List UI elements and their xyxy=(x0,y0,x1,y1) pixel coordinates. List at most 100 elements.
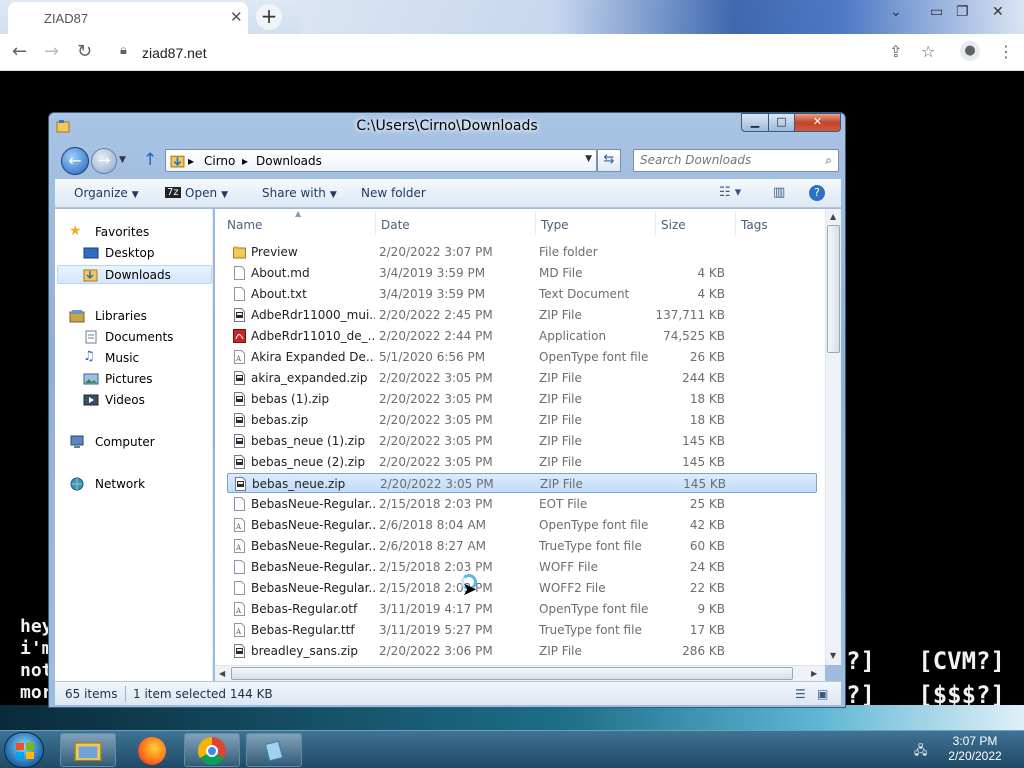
file-row[interactable]: akira_expanded.zip 2/20/2022 3:05 PM ZIP F… xyxy=(227,368,817,388)
nav-favorites[interactable]: ★ Favorites xyxy=(69,223,224,242)
nav-network[interactable]: Network xyxy=(69,475,224,494)
close-window-icon[interactable]: ✕ xyxy=(992,4,1004,20)
file-row[interactable]: bebas_neue.zip 2/20/2022 3:05 PM ZIP File 1… xyxy=(227,473,817,493)
column-header-name[interactable]: Name xyxy=(227,218,262,232)
network-tray-icon[interactable]: 🖧︎ xyxy=(914,741,927,762)
column-divider[interactable] xyxy=(375,211,376,235)
tab-close-icon[interactable]: ✕ xyxy=(230,8,243,26)
file-row[interactable]: bebas (1).zip 2/20/2022 3:05 PM ZIP File 18… xyxy=(227,389,817,409)
new-tab-button[interactable]: + xyxy=(256,4,282,30)
taskbar-firefox-button[interactable] xyxy=(124,733,180,767)
bookmark-star-icon[interactable]: ☆ xyxy=(921,42,935,61)
column-header-size[interactable]: Size xyxy=(661,218,686,232)
share-with-button[interactable]: Share with ▼ xyxy=(262,186,337,200)
tab-search-icon[interactable]: ⌄ xyxy=(890,4,902,20)
file-row[interactable]: BebasNeue-Regular... 2/15/2018 2:03 PM WOF… xyxy=(227,578,817,598)
minimize-icon[interactable]: ▭ xyxy=(930,4,943,20)
restore-icon[interactable]: ❐ xyxy=(956,4,969,20)
scroll-right-icon[interactable]: ▶ xyxy=(811,669,817,678)
preview-pane-icon[interactable]: ▥ xyxy=(773,185,785,200)
column-divider[interactable] xyxy=(655,211,656,235)
file-row[interactable]: BebasNeue-Regular... 2/15/2018 2:03 PM EOT… xyxy=(227,494,817,514)
lock-icon[interactable]: 🔒︎ xyxy=(120,43,127,58)
taskbar-chrome-button[interactable] xyxy=(184,733,240,767)
horizontal-scroll-thumb[interactable] xyxy=(231,667,793,680)
start-button[interactable] xyxy=(4,732,44,768)
taskbar-notepad-button[interactable] xyxy=(246,733,302,767)
nav-computer[interactable]: Computer xyxy=(69,433,224,452)
explorer-back-button[interactable]: ← xyxy=(61,147,89,175)
help-icon[interactable]: ? xyxy=(809,185,825,201)
scroll-up-icon[interactable]: ▲ xyxy=(830,212,836,221)
windows-taskbar: 🖧︎ 3:07 PM 2/20/2022 xyxy=(0,730,1024,768)
scroll-left-icon[interactable]: ◀ xyxy=(219,669,225,678)
up-arrow-icon[interactable]: ↑ xyxy=(143,150,157,170)
nav-label: Pictures xyxy=(105,372,153,386)
breadcrumb-item[interactable]: Downloads xyxy=(256,154,322,168)
file-name: About.txt xyxy=(251,287,307,301)
explorer-address-bar[interactable]: ▸ Cirno ▸ Downloads ▼ xyxy=(165,149,597,172)
menu-kebab-icon[interactable]: ⋮ xyxy=(998,42,1014,61)
file-row[interactable]: bebas.zip 2/20/2022 3:05 PM ZIP File 18 KB xyxy=(227,410,817,430)
search-input[interactable] xyxy=(640,153,810,167)
file-row[interactable]: A BebasNeue-Regular... 2/6/2018 8:27 AM Tru… xyxy=(227,536,817,556)
file-row[interactable]: AdbeRdr11010_de_... 2/20/2022 2:44 PM Appl… xyxy=(227,326,817,346)
vertical-scroll-thumb[interactable] xyxy=(827,225,840,353)
scroll-down-icon[interactable]: ▼ xyxy=(830,651,836,660)
file-date: 2/20/2022 3:05 PM xyxy=(379,455,493,469)
window-close-button[interactable]: ✕ xyxy=(794,113,841,132)
horizontal-scrollbar[interactable]: ◀ ▶ xyxy=(215,665,825,681)
taskbar-clock[interactable]: 3:07 PM 2/20/2022 xyxy=(936,734,1014,764)
taskbar-explorer-button[interactable] xyxy=(60,733,116,767)
forward-arrow-icon[interactable]: → xyxy=(44,41,59,62)
search-box[interactable]: ⌕ xyxy=(633,149,839,172)
file-date: 2/20/2022 3:07 PM xyxy=(379,245,493,259)
address-dropdown-icon[interactable]: ▼ xyxy=(585,154,592,164)
new-folder-button[interactable]: New folder xyxy=(361,186,426,200)
browser-tab[interactable]: ZIAD87 ✕ xyxy=(8,2,248,34)
file-row[interactable]: breadley_sans.zip 2/20/2022 3:06 PM ZIP Fi… xyxy=(227,641,817,661)
file-row[interactable]: A Akira Expanded De... 5/1/2020 6:56 PM Ope… xyxy=(227,347,817,367)
nav-downloads[interactable]: Downloads xyxy=(57,265,212,284)
file-name: Bebas-Regular.otf xyxy=(251,602,358,616)
file-row[interactable]: A Bebas-Regular.otf 3/11/2019 4:17 PM OpenT… xyxy=(227,599,817,619)
back-arrow-icon[interactable]: ← xyxy=(12,41,27,62)
file-row[interactable]: A BebasNeue-Regular... 2/6/2018 8:04 AM Ope… xyxy=(227,515,817,535)
browser-tab-strip: ZIAD87 ✕ + ⌄ ▭ ❐ ✕ xyxy=(0,0,1024,34)
column-header-date[interactable]: Date xyxy=(381,218,410,232)
file-row[interactable]: A Bebas-Regular.ttf 3/11/2019 5:27 PM TrueT… xyxy=(227,620,817,640)
large-icons-view-icon[interactable]: ▣ xyxy=(817,687,828,701)
file-row[interactable]: About.txt 3/4/2019 3:59 PM Text Document 4 … xyxy=(227,284,817,304)
nav-libraries[interactable]: Libraries xyxy=(69,307,224,326)
breadcrumb-item[interactable]: Cirno xyxy=(204,154,235,168)
url-text[interactable]: ziad87.net xyxy=(142,45,207,61)
recent-pages-dropdown-icon[interactable]: ▼ xyxy=(119,155,126,165)
details-view-icon[interactable]: ☰ xyxy=(795,687,806,701)
file-row[interactable]: bebas_neue (2).zip 2/20/2022 3:05 PM ZIP F… xyxy=(227,452,817,472)
share-icon[interactable]: ⇪ xyxy=(889,42,902,61)
search-icon[interactable]: ⌕ xyxy=(825,153,832,168)
breadcrumb-separator-icon[interactable]: ▸ xyxy=(188,154,194,168)
file-row[interactable]: bebas_neue (1).zip 2/20/2022 3:05 PM ZIP F… xyxy=(227,431,817,451)
column-header-type[interactable]: Type xyxy=(541,218,569,232)
window-maximize-button[interactable]: □ xyxy=(768,113,795,132)
file-row[interactable]: BebasNeue-Regular... 2/15/2018 2:03 PM WOF… xyxy=(227,557,817,577)
file-row[interactable]: AdbeRdr11000_mui... 2/20/2022 2:45 PM ZIP … xyxy=(227,305,817,325)
column-header-tags[interactable]: Tags xyxy=(741,218,768,232)
view-options-icon[interactable]: ☷ ▾ xyxy=(719,185,741,200)
profile-avatar-icon[interactable]: ● xyxy=(960,41,980,61)
open-button[interactable]: Open ▼ xyxy=(185,186,228,200)
file-row[interactable]: Preview 2/20/2022 3:07 PM File folder xyxy=(227,242,817,262)
refresh-button[interactable]: ⇆ xyxy=(597,149,621,172)
explorer-nav-row: ← → ▼ ↑ ▸ Cirno ▸ Downloads ▼ ⇆ ⌕ xyxy=(55,147,841,175)
organize-button[interactable]: Organize ▼ xyxy=(74,186,139,200)
explorer-forward-button[interactable]: → xyxy=(91,148,117,174)
reload-icon[interactable]: ↻ xyxy=(77,41,92,62)
address-bar[interactable]: 🔒︎ ziad87.net xyxy=(110,39,940,66)
file-row[interactable]: About.md 3/4/2019 3:59 PM MD File 4 KB xyxy=(227,263,817,283)
vertical-scrollbar[interactable]: ▲ ▼ xyxy=(825,209,841,665)
breadcrumb-separator-icon[interactable]: ▸ xyxy=(242,154,248,168)
column-divider[interactable] xyxy=(535,211,536,235)
window-minimize-button[interactable]: ▁ xyxy=(741,113,769,132)
column-divider[interactable] xyxy=(735,211,736,235)
